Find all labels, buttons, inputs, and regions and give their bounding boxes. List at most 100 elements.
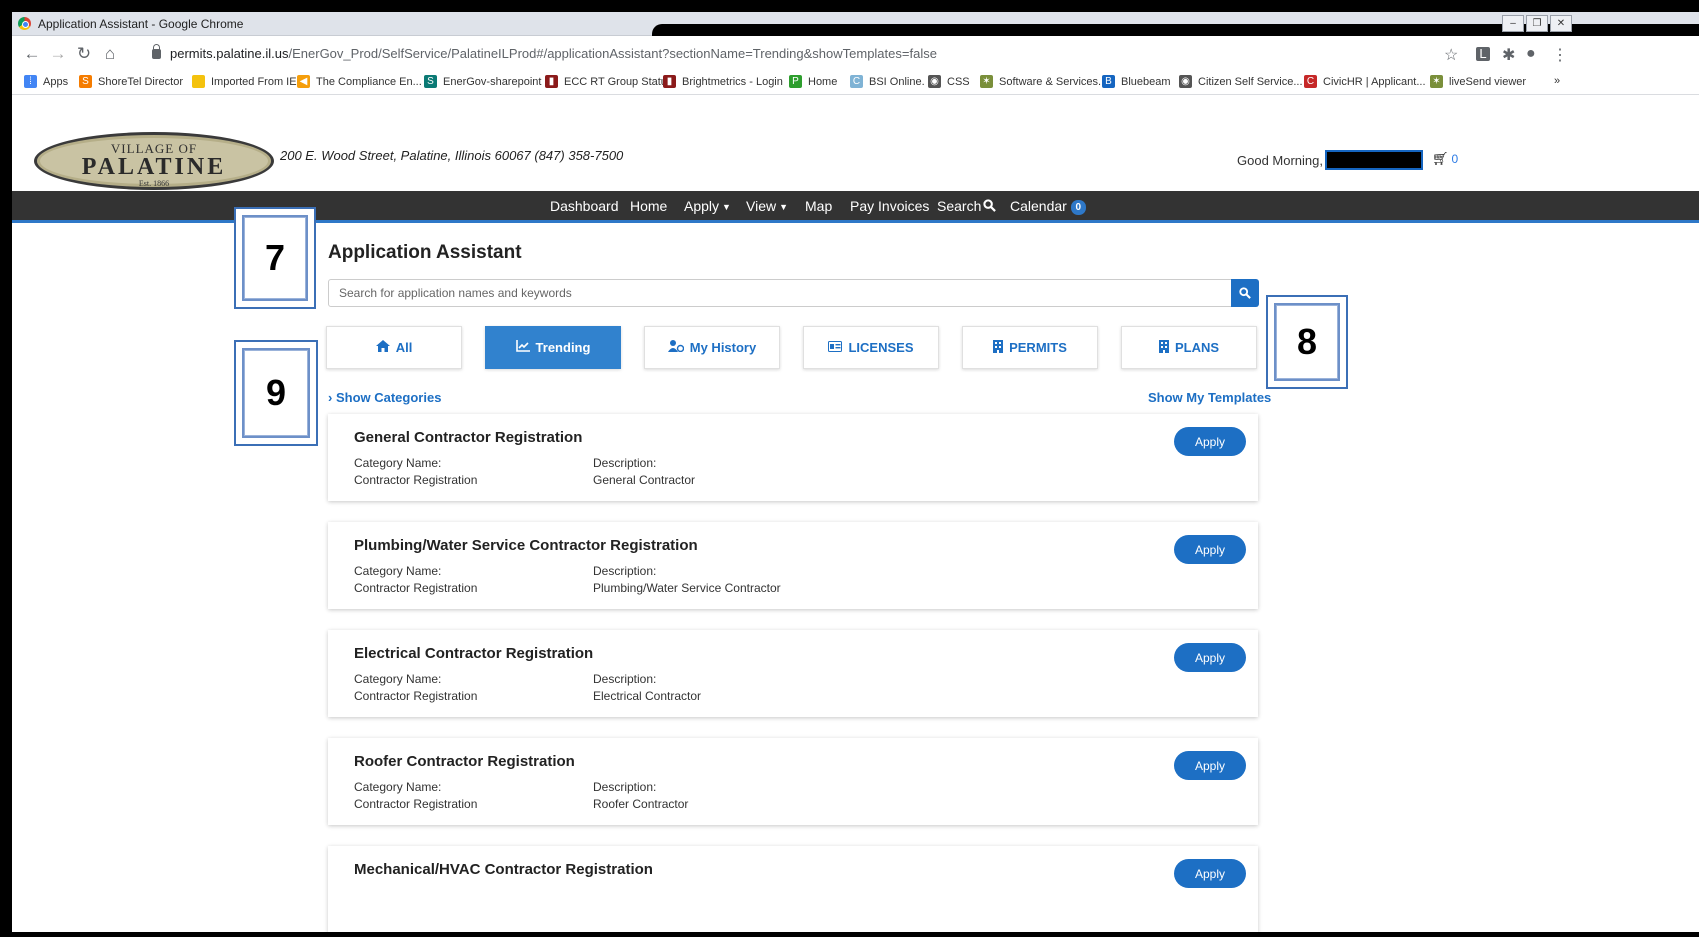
nav-map[interactable]: Map [805,198,832,214]
bookmark-item[interactable]: Imported From IE [192,75,297,88]
nav-dashboard[interactable]: Dashboard [550,198,619,214]
category-label: Category Name: [354,456,442,470]
compliance-icon: ◀ [297,75,310,88]
tab-plans[interactable]: PLANS [1121,326,1257,369]
tab-permits[interactable]: PERMITS [962,326,1098,369]
category-value: Contractor Registration [354,689,478,703]
nav-view[interactable]: View ▼ [746,198,788,214]
annotation-number: 7 [264,237,286,278]
forward-icon[interactable]: → [48,44,68,64]
bookmark-item[interactable]: ⁞ Apps [24,75,68,88]
annotation-number: 8 [1296,321,1318,362]
cart-icon: 🛒︎ [1432,151,1449,166]
description-label: Description: [593,672,657,686]
tab-all[interactable]: All [326,326,462,369]
sharepoint-icon: S [424,75,437,88]
bookmark-label: The Compliance En... [316,75,422,88]
extensions-puzzle-icon[interactable]: ✱ [1502,45,1515,65]
reload-icon[interactable]: ↻ [74,44,94,64]
bookmark-label: Bluebeam [1121,75,1171,88]
menu-kebab-icon[interactable]: ⋮ [1552,45,1568,65]
chrome-logo-icon [18,17,31,30]
redacted-username [1325,150,1423,170]
apply-button[interactable]: Apply [1174,427,1246,456]
software-icon: ✶ [980,75,993,88]
bookmark-item[interactable]: ✶ Software & Services... [980,75,1107,88]
bookmark-label: EnerGov-sharepoint [443,75,542,88]
window-title: Application Assistant - Google Chrome [38,17,244,31]
bookmark-item[interactable]: C BSI Online. [850,75,925,88]
nav-apply[interactable]: Apply ▼ [684,198,731,214]
bookmark-item[interactable]: ▮ Brightmetrics - Login [663,75,783,88]
bookmark-label: Apps [43,75,69,88]
nav-view-label: View [746,198,777,214]
bookmark-label: Citizen Self Service... [1198,75,1303,88]
tab-licenses[interactable]: LICENSES [803,326,939,369]
tab-label: LICENSES [848,340,914,355]
nav-apply-label: Apply [684,198,720,214]
cart-link[interactable]: 🛒︎ 0 [1432,151,1458,167]
bookmark-item[interactable]: ✶ liveSend viewer [1430,75,1526,88]
apply-button[interactable]: Apply [1174,859,1246,888]
apply-button[interactable]: Apply [1174,535,1246,564]
annotation-box-8: 8 [1266,295,1348,389]
civichr-icon: C [1304,75,1317,88]
category-label: Category Name: [354,780,442,794]
village-logo[interactable]: VILLAGE OF PALATINE Est. 1866 [34,132,274,190]
category-label: Category Name: [354,564,442,578]
nav-calendar[interactable]: Calendar 0 [1010,198,1086,215]
logo-est-text: Est. 1866 [138,179,170,188]
apply-button[interactable]: Apply [1174,751,1246,780]
bookmark-star-icon[interactable]: ☆ [1444,45,1458,65]
card-title: Plumbing/Water Service Contractor Regist… [354,537,698,554]
category-value: Contractor Registration [354,797,478,811]
more-bookmarks-icon[interactable]: » [1554,75,1560,87]
bookmark-item[interactable]: ▮ ECC RT Group Status [545,75,672,88]
bookmark-item[interactable]: S EnerGov-sharepoint [424,75,541,88]
extension-l-icon[interactable]: L [1476,47,1490,61]
shoretel-icon: S [79,75,92,88]
show-categories-link[interactable]: › Show Categories [328,390,441,405]
id-card-icon [828,340,843,355]
bookmark-label: Brightmetrics - Login [682,75,783,88]
tab-trending[interactable]: Trending [485,326,621,369]
search-button[interactable] [1231,279,1259,307]
restore-icon[interactable]: ❐ [1526,15,1548,32]
nav-search[interactable]: Search [937,198,997,214]
bookmark-item[interactable]: C CivicHR | Applicant... [1304,75,1426,88]
bookmark-item[interactable]: ◉ CSS [928,75,970,88]
url-field[interactable]: permits.palatine.il.us/EnerGov_Prod/Self… [152,43,937,65]
show-templates-link[interactable]: Show My Templates [1148,390,1271,405]
tab-my-history[interactable]: My History [644,326,780,369]
globe-icon: ◉ [1179,75,1192,88]
nav-home[interactable]: Home [630,198,667,214]
search-icon [983,199,997,212]
home-button-icon[interactable]: ⌂ [100,44,120,64]
bookmark-label: Software & Services... [999,75,1108,88]
bookmark-item[interactable]: ◀ The Compliance En... [297,75,422,88]
folder-icon [192,75,205,88]
logo-main-text: PALATINE [81,154,227,180]
description-label: Description: [593,456,657,470]
tab-label: Trending [535,340,591,355]
minimize-icon[interactable]: – [1502,15,1524,32]
nav-pay-invoices[interactable]: Pay Invoices [850,198,929,214]
back-icon[interactable]: ← [22,44,42,64]
caret-down-icon: ▼ [722,202,731,212]
bookmark-item[interactable]: B Bluebeam [1102,75,1171,88]
close-icon[interactable]: ✕ [1550,15,1572,32]
nav-calendar-label: Calendar [1010,198,1067,214]
village-address: 200 E. Wood Street, Palatine, Illinois 6… [280,148,624,163]
profile-icon[interactable]: ● [1526,45,1536,63]
bookmark-label: CivicHR | Applicant... [1323,75,1426,88]
apply-button[interactable]: Apply [1174,643,1246,672]
card-title: Roofer Contractor Registration [354,753,575,770]
bookmark-item[interactable]: S ShoreTel Director [79,75,183,88]
application-card: Mechanical/HVAC Contractor Registration A… [328,846,1258,932]
lock-icon [152,44,161,59]
show-categories-label: Show Categories [335,390,442,405]
description-value: Electrical Contractor [593,689,702,703]
bookmark-item[interactable]: P Home [789,75,837,88]
search-input[interactable] [328,279,1232,307]
bookmark-item[interactable]: ◉ Citizen Self Service... [1179,75,1303,88]
